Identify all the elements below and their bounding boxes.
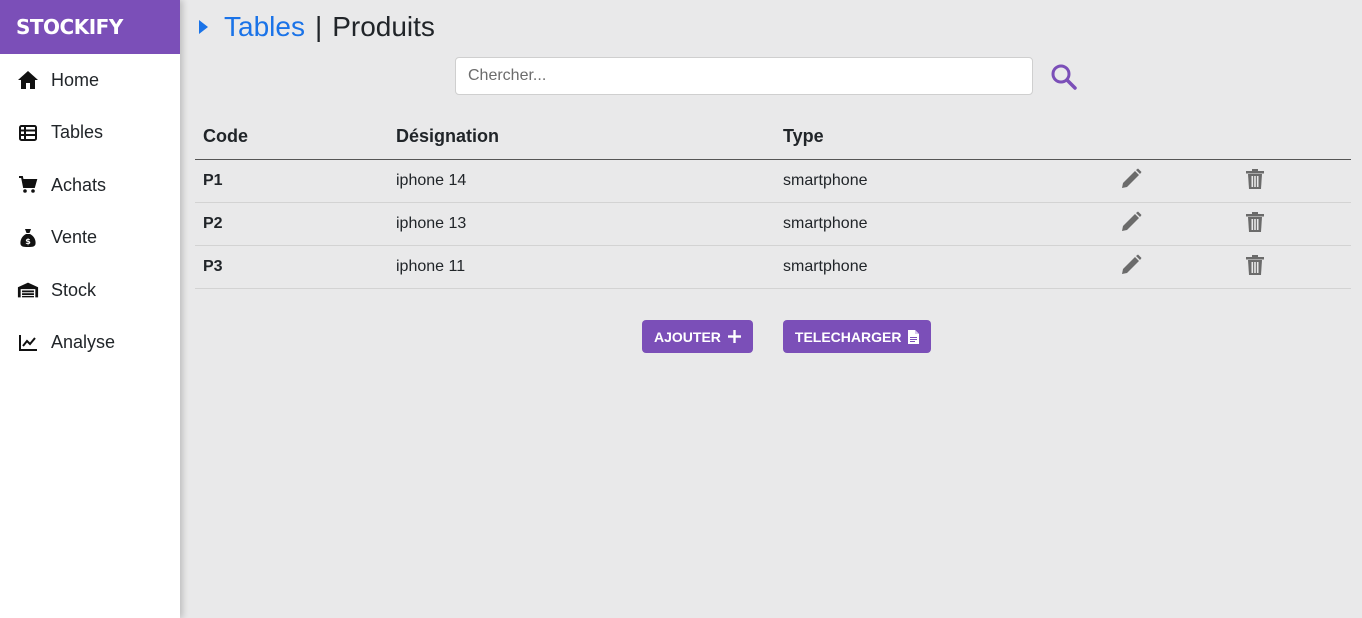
cell-edit	[1111, 159, 1235, 203]
cell-delete	[1235, 245, 1351, 289]
cell-code: P3	[195, 245, 388, 289]
trash-icon[interactable]	[1243, 253, 1267, 277]
add-button-label: AJOUTER	[654, 328, 721, 345]
brand-logo[interactable]: STOCKIFY	[0, 0, 180, 54]
add-button[interactable]: AJOUTER	[642, 320, 753, 353]
cell-delete	[1235, 159, 1351, 203]
sidebar-item-vente[interactable]: $ Vente	[0, 212, 180, 265]
breadcrumb-separator: |	[314, 11, 323, 42]
sidebar-item-achats[interactable]: Achats	[0, 159, 180, 212]
search-input[interactable]	[455, 57, 1033, 95]
download-button[interactable]: TELECHARGER	[782, 320, 932, 353]
sidebar: STOCKIFY Home Tables Achats $ Vente Stoc…	[0, 0, 180, 618]
trash-icon[interactable]	[1243, 167, 1267, 191]
column-header-designation: Désignation	[388, 115, 775, 160]
cell-edit	[1111, 245, 1235, 289]
search-icon[interactable]	[1048, 61, 1078, 91]
table-row: P2 iphone 13 smartphone	[195, 202, 1351, 246]
money-bag-icon: $	[17, 227, 39, 249]
chart-line-icon	[17, 332, 39, 354]
cell-designation: iphone 13	[388, 202, 775, 246]
pencil-icon[interactable]	[1119, 253, 1143, 277]
cell-delete	[1235, 202, 1351, 246]
caret-right-icon	[198, 19, 212, 35]
table-row: P3 iphone 11 smartphone	[195, 245, 1351, 289]
sidebar-item-label: Tables	[51, 122, 104, 143]
pencil-icon[interactable]	[1119, 210, 1143, 234]
sidebar-nav: Home Tables Achats $ Vente Stock Analyse	[0, 54, 180, 369]
sidebar-item-label: Vente	[51, 227, 98, 248]
cell-code: P1	[195, 159, 388, 203]
cell-type: smartphone	[775, 245, 1111, 289]
sidebar-item-home[interactable]: Home	[0, 54, 180, 107]
plus-icon	[727, 330, 741, 343]
home-icon	[17, 69, 39, 91]
action-buttons: AJOUTER TELECHARGER	[642, 320, 932, 353]
cell-type: smartphone	[775, 202, 1111, 246]
column-header-type: Type	[775, 115, 1111, 160]
trash-icon[interactable]	[1243, 210, 1267, 234]
column-header-delete	[1235, 115, 1351, 160]
column-header-code: Code	[195, 115, 388, 160]
sidebar-item-label: Stock	[51, 279, 97, 300]
pencil-icon[interactable]	[1119, 167, 1143, 191]
column-header-edit	[1111, 115, 1235, 160]
breadcrumb: Tables | Produits	[198, 8, 435, 46]
sidebar-item-stock[interactable]: Stock	[0, 264, 180, 317]
cell-designation: iphone 11	[388, 245, 775, 289]
sidebar-item-analyse[interactable]: Analyse	[0, 317, 180, 370]
sidebar-item-label: Analyse	[51, 332, 116, 353]
cell-type: smartphone	[775, 159, 1111, 203]
cell-edit	[1111, 202, 1235, 246]
cell-code: P2	[195, 202, 388, 246]
pdf-file-icon	[908, 329, 920, 344]
table-icon	[17, 122, 39, 144]
page-title: Produits	[332, 11, 435, 42]
cart-icon	[17, 174, 39, 196]
table-header-row: Code Désignation Type	[195, 115, 1351, 160]
sidebar-item-tables[interactable]: Tables	[0, 107, 180, 160]
table-row: P1 iphone 14 smartphone	[195, 159, 1351, 203]
breadcrumb-link-tables[interactable]: Tables	[224, 11, 305, 43]
sidebar-item-label: Achats	[51, 174, 107, 195]
products-table: Code Désignation Type P1 iphone 14 smart…	[195, 115, 1351, 289]
cell-designation: iphone 14	[388, 159, 775, 203]
warehouse-icon	[17, 279, 39, 301]
brand-name: STOCKIFY	[16, 15, 123, 39]
search-bar	[455, 57, 1078, 95]
download-button-label: TELECHARGER	[794, 328, 902, 345]
sidebar-item-label: Home	[51, 69, 100, 90]
svg-text:$: $	[25, 237, 31, 246]
